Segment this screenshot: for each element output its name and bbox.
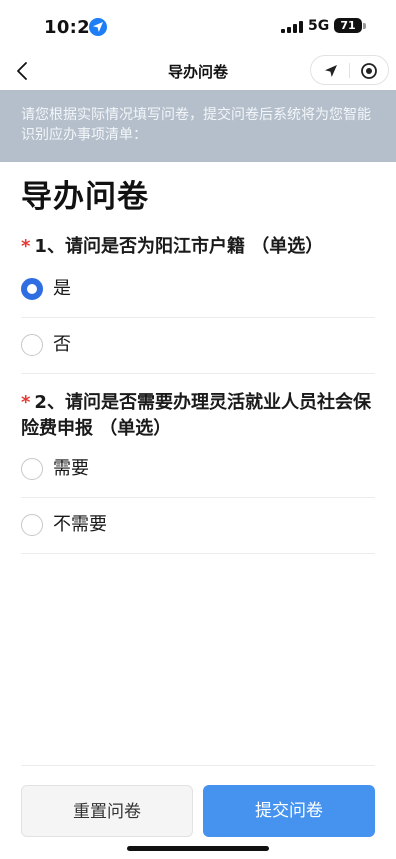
option-label: 是: [53, 278, 71, 299]
nav-bar: 导办问卷: [0, 52, 396, 90]
q1-option-no[interactable]: 否: [21, 318, 375, 374]
question-2-text: 2、请问是否需要办理灵活就业人员社会保险费申报 （单选）: [21, 392, 371, 439]
cellular-signal-icon: [281, 21, 303, 33]
reset-button[interactable]: 重置问卷: [21, 785, 193, 837]
option-label: 需要: [53, 458, 89, 479]
home-indicator: [127, 846, 269, 851]
option-label: 不需要: [53, 514, 107, 535]
question-1-text: 1、请问是否为阳江市户籍 （单选）: [34, 236, 324, 257]
submit-button[interactable]: 提交问卷: [203, 785, 375, 837]
radio-checked-icon[interactable]: [21, 278, 43, 300]
question-2: * 2、请问是否需要办理灵活就业人员社会保险费申报 （单选）: [21, 390, 381, 442]
status-bar: 10:22 5G 71: [0, 0, 396, 52]
q2-option-need[interactable]: 需要: [21, 442, 375, 498]
q2-option-not-need[interactable]: 不需要: [21, 498, 375, 554]
required-mark: *: [21, 392, 31, 413]
close-target-icon[interactable]: [360, 62, 378, 80]
required-mark: *: [21, 236, 31, 257]
radio-unchecked-icon[interactable]: [21, 514, 43, 536]
q1-option-yes[interactable]: 是: [21, 262, 375, 318]
footer-divider: [21, 765, 375, 766]
battery-icon: 71: [334, 18, 362, 33]
notice-text: 请您根据实际情况填写问卷，提交问卷后系统将为您智能识别应办事项清单：: [21, 107, 371, 143]
option-label: 否: [53, 334, 71, 355]
network-type: 5G: [308, 18, 330, 34]
question-1: * 1、请问是否为阳江市户籍 （单选）: [21, 234, 381, 260]
battery-tip: [363, 23, 366, 29]
radio-unchecked-icon[interactable]: [21, 334, 43, 356]
radio-unchecked-icon[interactable]: [21, 458, 43, 480]
capsule-divider: [349, 63, 350, 78]
location-arrow-icon: [89, 18, 107, 36]
page-title: 导办问卷: [21, 179, 149, 215]
mini-program-capsule: [310, 55, 389, 85]
navigation-arrow-icon[interactable]: [322, 62, 340, 80]
notice-banner: 请您根据实际情况填写问卷，提交问卷后系统将为您智能识别应办事项清单：: [0, 90, 396, 162]
